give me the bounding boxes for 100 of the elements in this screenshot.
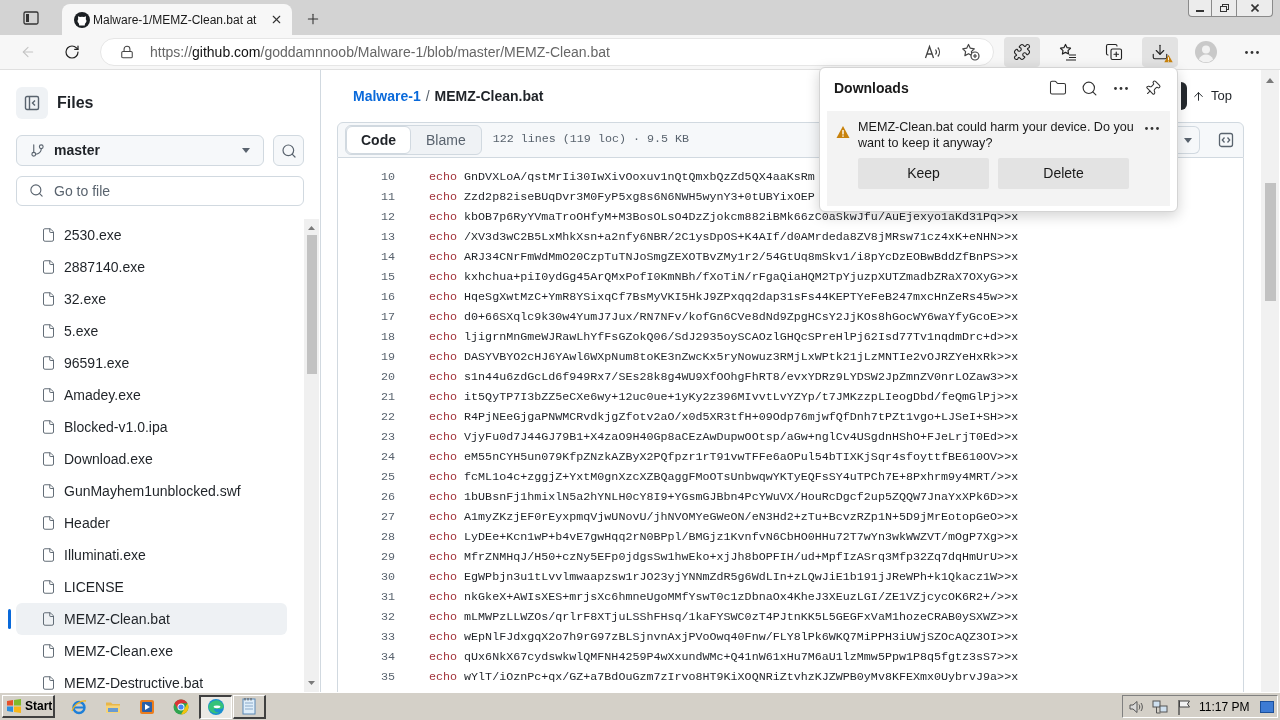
file-icon: [41, 291, 56, 307]
browser-tab[interactable]: Malware-1/MEMZ-Clean.bat at: [62, 4, 292, 35]
line-number: 13: [379, 229, 395, 247]
code-line: echo 1bUBsnFj1hmixlN5a2hYNLH0cY8I9+YGsmGJBbn4PcYWuVX/HouRcDgcf2up5ZQQW7JnaYxXPk6D>>x: [429, 489, 1019, 507]
file-item[interactable]: Amadey.exe: [16, 379, 287, 411]
new-tab-icon[interactable]: [305, 11, 321, 27]
line-number: 33: [379, 629, 395, 647]
line-number: 15: [379, 269, 395, 287]
code-line: echo kxhchua+piI0ydGg45ArQMxPofI0KmNBh/fXoTiN/rFgaQiaHQM2TpYjuzpXUTZmadbZRaX7OXyG>>x: [429, 269, 1019, 287]
network-icon[interactable]: [1152, 698, 1168, 715]
avatar-icon: [1195, 41, 1217, 63]
line-number: 17: [379, 309, 395, 327]
file-item[interactable]: 96591.exe: [16, 347, 287, 379]
line-number: 21: [379, 389, 395, 407]
notepad-icon: [240, 697, 257, 715]
view-tab[interactable]: Blame: [411, 126, 481, 154]
file-icon: [41, 579, 56, 595]
code-line: echo HqeSgXwtMzC+YmR8YSixqCf7BsMyVKI5HkJ9ZPxqq2dap31sFs44KEPTYeFeB247mxcHnZeRs45w>>x: [429, 289, 1019, 307]
file-item[interactable]: 2530.exe: [16, 219, 287, 251]
puzzle-icon: [1013, 43, 1031, 61]
flag-icon[interactable]: [1177, 698, 1191, 715]
start-button[interactable]: Start: [2, 695, 55, 718]
show-desktop-icon[interactable]: [1260, 700, 1274, 713]
sidebar-toggle-button[interactable]: [16, 87, 48, 119]
folder-icon[interactable]: [1049, 79, 1067, 97]
caret-down-icon: [1183, 137, 1192, 143]
line-number: 25: [379, 469, 395, 487]
panel-icon[interactable]: [23, 9, 39, 26]
code-line: echo nkGkeX+AWIsXES+mrjsXc6hmneUgoMMfYswT0c1zDbnaOx4KheJ3XEuzLGI/ZE1VZjcycOK6R2+/>>x: [429, 589, 1019, 607]
file-info: 122 lines (119 loc) · 9.5 KB: [492, 131, 690, 149]
top-link[interactable]: Top: [1192, 86, 1232, 106]
line-number: 11: [379, 189, 395, 207]
taskbar-button[interactable]: [198, 694, 232, 719]
scroll-up-icon: [1266, 78, 1274, 83]
file-icon: [41, 611, 56, 627]
file-item[interactable]: MEMZ-Clean.exe: [16, 635, 287, 667]
code-line: echo d0+66SXqlc9k30w4YumJ7Jux/RN7NFv/kofGn6CVe8dNd9ZpgHCsY2JjKOs8hGocWY6waYfyGcoE>>x: [429, 309, 1019, 327]
file-item[interactable]: 5.exe: [16, 315, 287, 347]
code-line: echo qUx6NkX67cydswkwlQMFNH4259P4wXxundWMc+Q41nW61xHu7M6aU1lzMmw5Ppw1P8q5fgtz3sS7>>x: [429, 649, 1019, 667]
file-item[interactable]: 32.exe: [16, 283, 287, 315]
address-bar[interactable]: https://github.com/goddamnnoob/Malware-1/blob/master/MEMZ-Clean.bat: [100, 38, 994, 66]
extensions-button[interactable]: [1004, 37, 1040, 67]
line-number: 10: [379, 169, 395, 187]
code-line: echo LyDEe+Kcn1wP+b4vE7gwHqq2rN0BPpl/BMGjz1KvnfvN6CbHO0HHu72T7wYn3wkWWZVT/mOgP7Xg>>x: [429, 529, 1019, 547]
line-number: 19: [379, 349, 395, 367]
more-icon[interactable]: [1114, 86, 1128, 90]
close-window-button[interactable]: [1237, 0, 1273, 17]
more-icon[interactable]: [1145, 127, 1159, 130]
view-tab[interactable]: Code: [346, 126, 411, 154]
flag-logo-icon: [6, 699, 22, 713]
line-number: 12: [379, 209, 395, 227]
code-line: echo it5QyTP7I3bZZ5eCXe6wy+12uc0ue+1yKy2z396MIvvtLvYZYp/t7JMKzzpLIeogDbd/feQmGlPj>>x: [429, 389, 1019, 407]
dropdown-button[interactable]: [1176, 126, 1200, 154]
file-icon: [41, 387, 56, 403]
download-icon: [1151, 43, 1169, 61]
file-item[interactable]: GunMayhem1unblocked.swf: [16, 475, 287, 507]
button-edge[interactable]: [1181, 82, 1188, 110]
file-item[interactable]: Blocked-v1.0.ipa: [16, 411, 287, 443]
lock-icon: [120, 45, 134, 59]
code-line: echo kbOB7p6RyYVmaTroOHfyM+M3BosOLsO4DzZjokcm882iBMk66zC0aSkwJfu/AuEjexyo1aKd31Pq>>x: [429, 209, 1019, 227]
add-favorite-icon[interactable]: [961, 43, 980, 61]
file-icon: [41, 419, 56, 435]
media-player-icon[interactable]: [139, 698, 155, 715]
file-item[interactable]: Illuminati.exe: [16, 539, 287, 571]
restore-button[interactable]: [1212, 0, 1237, 17]
file-item[interactable]: Header: [16, 507, 287, 539]
code-line: echo A1myZKzjEF0rEyxpmqVjwUNovU/jhNVOMYeGWeON/eN3Hd2+zTu+BcvzRZp1N+5D9jMrEotopGeO>>x: [429, 509, 1019, 527]
branch-select[interactable]: master: [16, 135, 264, 166]
file-item[interactable]: MEMZ-Destructive.bat: [16, 667, 287, 692]
file-icon: [41, 323, 56, 339]
code-line: echo s1n44u6zdGcLd6f949Rx7/SEs28k8g4WU9XfOOhgFhRT8/evxYDRz9LYDSW2JpZmnZV0nrLOZaw3>>x: [429, 369, 1019, 387]
file-icon: [41, 675, 56, 691]
arrow-up-icon: [1192, 89, 1206, 103]
round-logo-icon[interactable]: [173, 698, 189, 715]
swirl-logo-icon: [206, 698, 225, 716]
code-line: echo R4PjNEeGjgaPNWMCRvdkjgZfotv2aO/x0d5XR3tfH+09Odp76mjwfQfDnh7tPZt1vgo+LJSeI+SH>>x: [429, 409, 1019, 427]
close-icon[interactable]: [270, 13, 283, 26]
downloads-button[interactable]: [1142, 37, 1178, 67]
file-search-field[interactable]: Go to file: [16, 176, 304, 206]
speaker-icon[interactable]: [1128, 698, 1144, 715]
delete-button[interactable]: Delete: [998, 158, 1129, 189]
refresh-icon[interactable]: [64, 44, 80, 60]
code-line: echo wYlT/iOznPc+qx/GZ+a7BdOuGzm7zIrvo8HT9KiXOQNRiZtvhzKJZWPB0yMv8KFEXmx0UybrvJ9a>>x: [429, 669, 1019, 687]
minimize-button[interactable]: [1188, 0, 1212, 17]
search-button[interactable]: [273, 135, 304, 166]
branch-icon: [30, 143, 45, 158]
file-item[interactable]: LICENSE: [16, 571, 287, 603]
line-number: 28: [379, 529, 395, 547]
browser-icon[interactable]: [71, 698, 87, 715]
code-line: echo DASYVBYO2cHJ6YAwl6WXpNum8toKE3nZwcKx5ryNowuz3RMjLxWPtk21jLzMNTIe2vOJRZYeHxRk>>x: [429, 349, 1019, 367]
favorites-icon: [1059, 43, 1077, 61]
file-item[interactable]: Download.exe: [16, 443, 287, 475]
code-line: echo Zzd2p82iseBUqDvr3M0FyP5xg8s6N6NWH5wynY3+0tUBYixOEP: [429, 189, 815, 207]
file-item[interactable]: 2887140.exe: [16, 251, 287, 283]
read-aloud-icon[interactable]: [924, 44, 942, 60]
search-icon[interactable]: [1081, 79, 1098, 97]
keep-button[interactable]: Keep: [858, 158, 989, 189]
scroll-up-icon: [308, 226, 315, 230]
repo-link[interactable]: Malware-1: [353, 85, 421, 107]
line-number: 23: [379, 429, 395, 447]
